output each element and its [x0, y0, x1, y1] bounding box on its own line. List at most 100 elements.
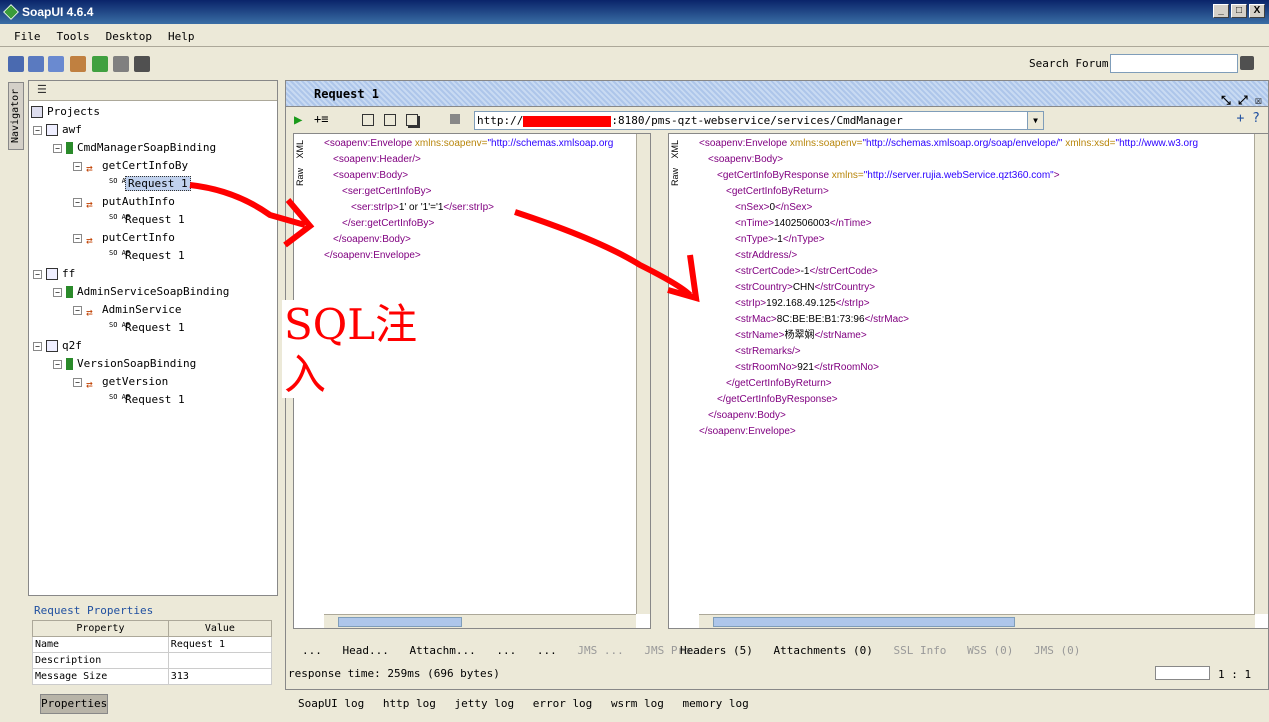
tab-http-log[interactable]: http log — [383, 697, 436, 710]
tree-request[interactable]: SO APRequest 1 — [109, 391, 185, 409]
xml-line[interactable]: <strAddress/> — [735, 248, 797, 264]
preferences-icon[interactable] — [113, 56, 129, 72]
menu-file[interactable]: File — [8, 27, 47, 46]
response-horizontal-scrollbar[interactable] — [699, 614, 1255, 628]
xml-line[interactable]: <getCertInfoByReturn> — [726, 184, 829, 200]
xml-line[interactable]: <strCountry>CHN</strCountry> — [735, 280, 875, 296]
tab-jms-headers[interactable]: JMS ... — [577, 644, 623, 657]
tab-wss[interactable]: WSS (0) — [967, 644, 1013, 657]
tree-request[interactable]: SO APRequest 1 — [109, 247, 185, 265]
response-xml-editor[interactable]: XML Raw <soapenv:Envelope xmlns:soapenv=… — [668, 133, 1269, 629]
endpoint-url-input[interactable]: http://:8180/pms-qzt-webservice/services… — [474, 111, 1044, 130]
xml-line[interactable]: <strMac>8C:BE:BE:B1:73:96</strMac> — [735, 312, 909, 328]
tab-jms[interactable]: JMS (0) — [1034, 644, 1080, 657]
tree-root[interactable]: Projects — [31, 103, 100, 121]
xml-line[interactable]: </soapenv:Envelope> — [699, 424, 796, 440]
xml-line[interactable]: <strRoomNo>921</strRoomNo> — [735, 360, 879, 376]
tree-request[interactable]: SO APRequest 1 — [109, 319, 185, 337]
tab-error-log[interactable]: error log — [533, 697, 593, 710]
tab-jetty-log[interactable]: jetty log — [454, 697, 514, 710]
column-header[interactable]: Value — [167, 620, 273, 637]
tab-headers[interactable]: Headers (5) — [680, 644, 753, 657]
tree-project-q2f[interactable]: − q2f — [33, 337, 82, 355]
tidy-icon[interactable] — [362, 114, 374, 126]
xml-line[interactable]: </soapenv:Body> — [333, 232, 411, 248]
response-vertical-scrollbar[interactable] — [1254, 134, 1268, 614]
tree-request[interactable]: SO APRequest 1 — [109, 175, 191, 193]
chevron-down-icon[interactable]: ▼ — [1027, 112, 1043, 129]
menu-desktop[interactable]: Desktop — [100, 27, 158, 46]
xml-line[interactable]: <ser:strIp>1' or '1'='1</ser:strIp> — [351, 200, 494, 216]
tree-request[interactable]: SO APRequest 1 — [109, 211, 185, 229]
tree-operation[interactable]: − ⇄ putCertInfo — [73, 229, 175, 247]
tab-ssl-info[interactable]: SSL Info — [893, 644, 946, 657]
tab-request-more[interactable]: ... — [537, 644, 557, 657]
stop-icon[interactable] — [384, 114, 396, 126]
xml-line[interactable]: <getCertInfoByResponse xmlns="http://ser… — [717, 168, 1060, 184]
forum-icon[interactable] — [70, 56, 86, 72]
raw-tab[interactable]: Raw — [670, 168, 684, 186]
help-icon[interactable]: + ? — [1237, 111, 1260, 126]
tab-soapui-log[interactable]: SoapUI log — [298, 697, 364, 710]
binoculars-icon[interactable] — [1240, 56, 1254, 70]
tab-request-more[interactable]: ... — [496, 644, 516, 657]
xml-line[interactable]: <soapenv:Envelope xmlns:soapenv="http://… — [699, 136, 1198, 152]
table-row[interactable]: Description — [32, 652, 273, 669]
tab-wsrm-log[interactable]: wsrm log — [611, 697, 664, 710]
table-row[interactable]: Name Request 1 — [32, 636, 273, 653]
properties-button[interactable]: Properties — [40, 694, 108, 714]
xml-line[interactable]: </ser:getCertInfoBy> — [342, 216, 434, 232]
maximize-button[interactable]: □ — [1231, 4, 1247, 18]
xml-line[interactable]: </getCertInfoByResponse> — [717, 392, 838, 408]
xml-line[interactable]: <strCertCode>-1</strCertCode> — [735, 264, 878, 280]
request-vertical-scrollbar[interactable] — [636, 134, 650, 614]
tree-operation[interactable]: − ⇄ getVersion — [73, 373, 168, 391]
navigator-tab[interactable]: Navigator — [8, 82, 24, 150]
tree-binding[interactable]: − CmdManagerSoapBinding — [53, 139, 216, 157]
xml-line[interactable]: </soapenv:Envelope> — [324, 248, 421, 264]
menu-tools[interactable]: Tools — [51, 27, 96, 46]
column-header[interactable]: Property — [32, 620, 169, 637]
minimize-button[interactable]: _ — [1213, 4, 1229, 18]
request-horizontal-scrollbar[interactable] — [324, 614, 636, 628]
new-project-icon[interactable] — [8, 56, 24, 72]
table-row[interactable]: Message Size 313 — [32, 668, 273, 685]
trial-icon[interactable] — [92, 56, 108, 72]
xml-line[interactable]: <strName>杨翠娴</strName> — [735, 328, 867, 344]
tab-attachments[interactable]: Attachm... — [409, 644, 475, 657]
tree-project-ff[interactable]: − ff — [33, 265, 75, 283]
raw-tab[interactable]: Raw — [295, 168, 309, 186]
tree-binding[interactable]: − VersionSoapBinding — [53, 355, 196, 373]
submit-request-icon[interactable]: ▶ — [294, 112, 302, 128]
xml-line[interactable]: <nTime>1402506003</nTime> — [735, 216, 872, 232]
xml-line[interactable]: <ser:getCertInfoBy> — [342, 184, 432, 200]
cancel-icon[interactable] — [450, 114, 460, 124]
clone-icon[interactable] — [406, 114, 418, 126]
proxy-icon[interactable] — [134, 56, 150, 72]
search-forum-input[interactable] — [1110, 54, 1238, 73]
xml-line[interactable]: <soapenv:Header/> — [333, 152, 421, 168]
tab-request-more[interactable]: ... — [302, 644, 322, 657]
tree-operation[interactable]: − ⇄ putAuthInfo — [73, 193, 175, 211]
tab-memory-log[interactable]: memory log — [683, 697, 749, 710]
xml-tab[interactable]: XML — [670, 140, 684, 159]
tab-attachments[interactable]: Attachments (0) — [773, 644, 872, 657]
close-button[interactable]: X — [1249, 4, 1265, 18]
xml-line[interactable]: <soapenv:Body> — [708, 152, 783, 168]
xml-line[interactable]: <strRemarks/> — [735, 344, 801, 360]
import-project-icon[interactable] — [28, 56, 44, 72]
tree-binding[interactable]: − AdminServiceSoapBinding — [53, 283, 229, 301]
tree-operation[interactable]: − ⇄ getCertInfoBy — [73, 157, 188, 175]
tab-headers[interactable]: Head... — [343, 644, 389, 657]
tree-project-awf[interactable]: − awf — [33, 121, 82, 139]
xml-line[interactable]: <soapenv:Envelope xmlns:soapenv="http://… — [324, 136, 613, 152]
xml-line[interactable]: <nSex>0</nSex> — [735, 200, 812, 216]
xml-tab[interactable]: XML — [295, 140, 309, 159]
menu-help[interactable]: Help — [162, 27, 201, 46]
xml-line[interactable]: </soapenv:Body> — [708, 408, 786, 424]
ratio-input[interactable] — [1155, 666, 1210, 680]
xml-line[interactable]: <soapenv:Body> — [333, 168, 408, 184]
save-all-icon[interactable] — [48, 56, 64, 72]
xml-line[interactable]: <strIp>192.168.49.125</strIp> — [735, 296, 870, 312]
xml-line[interactable]: <nType>-1</nType> — [735, 232, 825, 248]
